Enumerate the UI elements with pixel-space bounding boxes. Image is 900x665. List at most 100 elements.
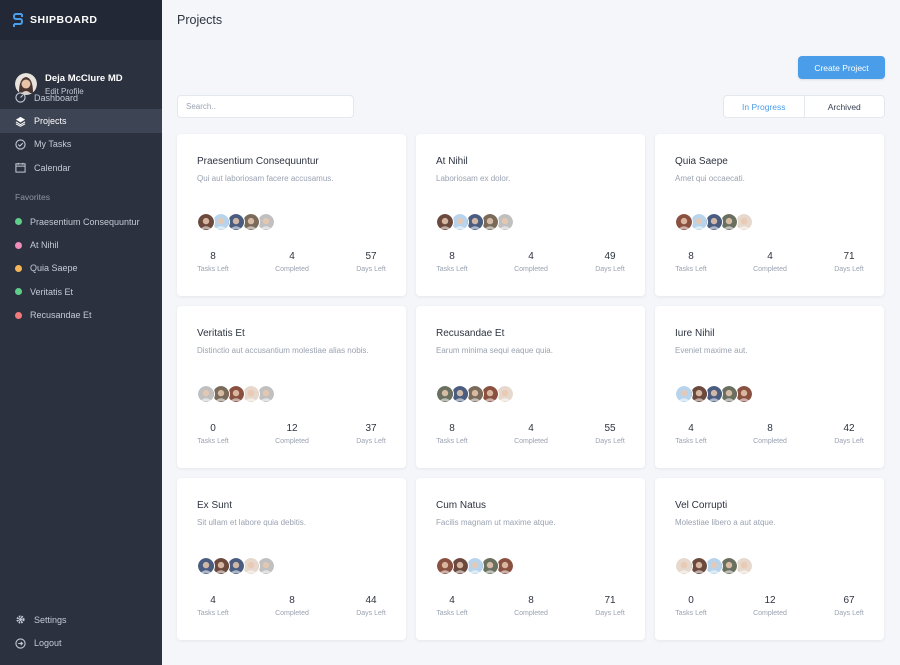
bottom-nav: Settings Logout [0, 608, 162, 655]
project-title: Praesentium Consequuntur [197, 156, 319, 167]
favorite-item[interactable]: Recusandae Et [0, 304, 162, 327]
project-title: Veritatis Et [197, 328, 245, 339]
stat-value: 8 [449, 251, 455, 262]
stat-days-left: 71 Days Left [819, 251, 879, 273]
stat-label: Completed [275, 266, 309, 273]
stat-completed: 8 Completed [740, 423, 800, 445]
member-avatars [436, 385, 514, 403]
nav-item-calendar[interactable]: Calendar [0, 156, 162, 179]
stat-label: Tasks Left [197, 438, 229, 445]
stat-label: Completed [514, 610, 548, 617]
stat-label: Days Left [834, 610, 864, 617]
stat-days-left: 44 Days Left [341, 595, 401, 617]
stat-value: 4 [289, 251, 295, 262]
sidebar: SHIPBOARD Deja McClure MD Edit Profile D… [0, 0, 162, 665]
stat-days-left: 55 Days Left [580, 423, 640, 445]
favorites-list: Praesentium Consequuntur At Nihil Quia S… [0, 210, 162, 327]
member-avatars [436, 213, 514, 231]
stat-label: Tasks Left [436, 438, 468, 445]
avatar [675, 557, 693, 575]
project-description: Distinctio aut accusantium molestiae ali… [197, 346, 369, 355]
stat-label: Completed [514, 438, 548, 445]
nav-label: Settings [34, 614, 67, 625]
nav-item-settings[interactable]: Settings [0, 608, 162, 631]
calendar-icon [15, 163, 26, 173]
nav-label: Dashboard [34, 92, 79, 103]
favorite-item[interactable]: Praesentium Consequuntur [0, 210, 162, 233]
stat-label: Completed [753, 610, 787, 617]
favorite-label: Quia Saepe [30, 263, 78, 274]
brand[interactable]: SHIPBOARD [0, 0, 162, 40]
nav-item-dashboard[interactable]: Dashboard [0, 86, 162, 109]
stat-value: 55 [604, 423, 616, 434]
stat-label: Completed [753, 266, 787, 273]
favorite-item[interactable]: Veritatis Et [0, 280, 162, 303]
favorite-label: Praesentium Consequuntur [30, 216, 140, 227]
project-description: Amet qui occaecati. [675, 174, 745, 183]
profile-name: Deja McClure MD [45, 72, 123, 84]
search-input[interactable] [177, 95, 354, 118]
tab-in-progress[interactable]: In Progress [724, 96, 805, 117]
stat-value: 4 [767, 251, 773, 262]
favorite-item[interactable]: Quia Saepe [0, 257, 162, 280]
project-card[interactable]: Ex Sunt Sit ullam et labore quia debitis.… [177, 478, 406, 640]
project-description: Laboriosam ex dolor. [436, 174, 511, 183]
stat-label: Completed [275, 438, 309, 445]
project-title: Ex Sunt [197, 500, 233, 511]
project-card[interactable]: Cum Natus Facilis magnam ut maxime atque.… [416, 478, 645, 640]
project-card[interactable]: At Nihil Laboriosam ex dolor. 8 Tasks Left 4… [416, 134, 645, 296]
stat-value: 4 [210, 595, 216, 606]
favorite-item[interactable]: At Nihil [0, 233, 162, 256]
avatar [436, 385, 454, 403]
avatar [675, 385, 693, 403]
project-card[interactable]: Iure Nihil Eveniet maxime aut. 4 Tasks Left… [655, 306, 884, 468]
member-avatars [436, 557, 514, 575]
stat-tasks-left: 8 Tasks Left [183, 251, 243, 273]
stat-tasks-left: 8 Tasks Left [422, 423, 482, 445]
project-card[interactable]: Quia Saepe Amet qui occaecati. 8 Tasks Left… [655, 134, 884, 296]
project-title: Recusandae Et [436, 328, 505, 339]
tab-archived[interactable]: Archived [805, 96, 885, 117]
stat-value: 4 [528, 251, 534, 262]
stat-value: 8 [688, 251, 694, 262]
stat-value: 8 [767, 423, 773, 434]
avatar [436, 557, 454, 575]
project-card[interactable]: Veritatis Et Distinctio aut accusantium m… [177, 306, 406, 468]
project-title: At Nihil [436, 156, 468, 167]
main-content: Projects Create Project In Progress Arch… [162, 0, 900, 665]
create-project-button[interactable]: Create Project [798, 56, 885, 79]
stat-label: Days Left [595, 438, 625, 445]
favorites-heading: Favorites [15, 192, 50, 202]
stat-value: 8 [289, 595, 295, 606]
stat-value: 67 [843, 595, 855, 606]
project-card[interactable]: Recusandae Et Earum minima sequi eaque qu… [416, 306, 645, 468]
project-description: Earum minima sequi eaque quia. [436, 346, 553, 355]
brand-name: SHIPBOARD [30, 14, 98, 26]
status-tabs: In Progress Archived [723, 95, 885, 118]
stat-completed: 12 Completed [262, 423, 322, 445]
stat-label: Tasks Left [675, 610, 707, 617]
check-circle-icon [15, 139, 26, 150]
stat-tasks-left: 4 Tasks Left [661, 423, 721, 445]
stat-value: 4 [449, 595, 455, 606]
stat-days-left: 42 Days Left [819, 423, 879, 445]
avatar [675, 213, 693, 231]
member-avatars [675, 385, 753, 403]
project-description: Sit ullam et labore quia debitis. [197, 518, 306, 527]
nav-item-logout[interactable]: Logout [0, 631, 162, 654]
project-card[interactable]: Vel Corrupti Molestiae libero a aut atque… [655, 478, 884, 640]
member-avatars [197, 557, 275, 575]
project-card[interactable]: Praesentium Consequuntur Qui aut laborios… [177, 134, 406, 296]
nav-label: Calendar [34, 162, 71, 173]
stat-label: Days Left [834, 438, 864, 445]
stat-days-left: 37 Days Left [341, 423, 401, 445]
nav-item-projects[interactable]: Projects [0, 109, 162, 133]
stat-label: Tasks Left [197, 610, 229, 617]
avatar [436, 213, 454, 231]
stat-value: 12 [764, 595, 776, 606]
favorite-label: At Nihil [30, 240, 59, 251]
nav-item-my-tasks[interactable]: My Tasks [0, 133, 162, 156]
stat-completed: 4 Completed [501, 423, 561, 445]
stat-tasks-left: 0 Tasks Left [183, 423, 243, 445]
member-avatars [197, 385, 275, 403]
